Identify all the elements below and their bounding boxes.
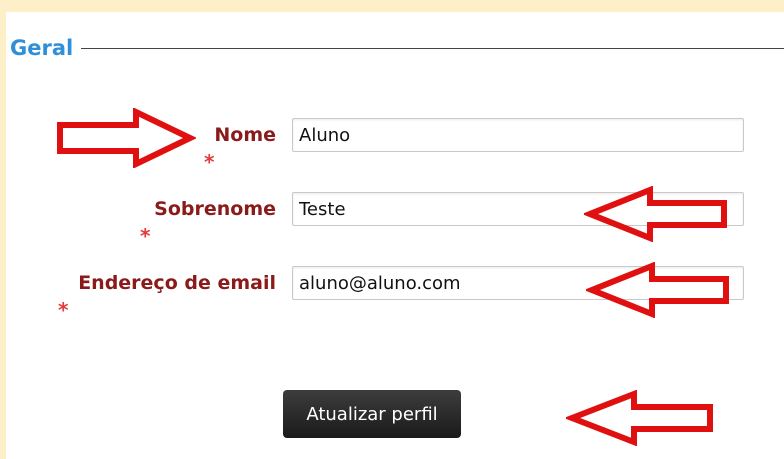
left-arrow-icon	[586, 262, 729, 318]
legend-divider	[81, 47, 784, 49]
profile-form-panel: Geral Nome * Sobrenome * Endereço de ema…	[6, 12, 784, 459]
email-label: Endereço de email	[78, 272, 276, 294]
nome-label: Nome	[214, 124, 276, 146]
required-asterisk-icon: *	[58, 298, 69, 322]
left-arrow-icon	[584, 186, 727, 242]
sobrenome-label: Sobrenome	[154, 198, 276, 220]
required-asterisk-icon: *	[204, 150, 215, 174]
nome-input[interactable]	[292, 118, 744, 152]
update-profile-button[interactable]: Atualizar perfil	[283, 390, 461, 438]
required-asterisk-icon: *	[140, 224, 151, 248]
right-arrow-icon	[57, 108, 196, 168]
fieldset-legend: Geral	[10, 36, 784, 60]
section-title: Geral	[10, 36, 74, 60]
left-arrow-icon	[566, 390, 713, 446]
